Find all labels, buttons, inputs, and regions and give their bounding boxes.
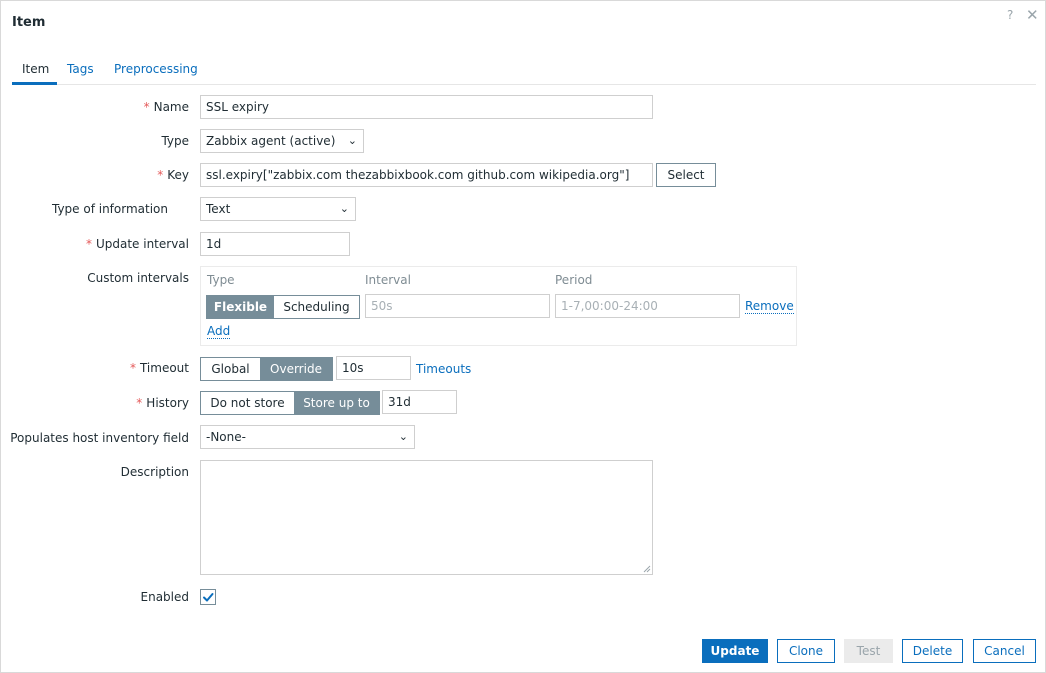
timeouts-link[interactable]: Timeouts bbox=[416, 362, 471, 376]
timeout-label: * Timeout bbox=[129, 361, 189, 375]
history-do-not-store[interactable]: Do not store bbox=[201, 392, 294, 414]
ci-type-toggle: Flexible Scheduling bbox=[206, 295, 360, 319]
tab-preprocessing[interactable]: Preprocessing bbox=[114, 62, 198, 76]
update-button[interactable]: Update bbox=[702, 639, 768, 663]
ci-type-flexible[interactable]: Flexible bbox=[207, 296, 274, 318]
timeout-input[interactable] bbox=[336, 356, 411, 380]
key-label: * Key bbox=[157, 168, 189, 182]
type-of-information-label: Type of information bbox=[51, 202, 168, 216]
tab-bar: Item Tags Preprocessing bbox=[12, 59, 1036, 85]
close-icon[interactable]: ✕ bbox=[1026, 7, 1039, 23]
history-store-up-to[interactable]: Store up to bbox=[294, 392, 379, 414]
type-of-information-value: Text bbox=[206, 202, 231, 216]
active-tab-indicator bbox=[12, 82, 57, 85]
ci-period-input[interactable] bbox=[555, 294, 740, 318]
chevron-down-icon: ⌄ bbox=[339, 202, 349, 215]
ci-header-type: Type bbox=[207, 273, 235, 287]
test-button[interactable]: Test bbox=[844, 639, 893, 663]
resize-handle-icon[interactable] bbox=[643, 565, 651, 573]
dialog-title: Item bbox=[12, 15, 46, 30]
ci-interval-input[interactable] bbox=[365, 294, 550, 318]
timeout-global[interactable]: Global bbox=[201, 358, 260, 380]
type-label: Type bbox=[161, 134, 189, 148]
history-input[interactable] bbox=[382, 390, 457, 414]
enabled-checkbox[interactable] bbox=[200, 589, 216, 605]
tab-item[interactable]: Item bbox=[22, 62, 49, 76]
inventory-select[interactable]: -None- ⌄ bbox=[200, 425, 415, 449]
timeout-override[interactable]: Override bbox=[260, 358, 332, 380]
custom-intervals-table: Type Interval Period Flexible Scheduling… bbox=[200, 266, 797, 346]
name-label: * Name bbox=[143, 100, 189, 114]
key-input[interactable] bbox=[200, 163, 653, 187]
inventory-label: Populates host inventory field bbox=[10, 431, 189, 445]
timeout-toggle: Global Override bbox=[200, 357, 333, 381]
chevron-down-icon: ⌄ bbox=[347, 134, 357, 147]
type-of-information-select[interactable]: Text ⌄ bbox=[200, 197, 356, 221]
type-select-value: Zabbix agent (active) bbox=[206, 134, 336, 148]
delete-button[interactable]: Delete bbox=[902, 639, 963, 663]
ci-add-link[interactable]: Add bbox=[207, 325, 231, 339]
chevron-down-icon: ⌄ bbox=[398, 430, 408, 443]
key-select-button[interactable]: Select bbox=[656, 163, 716, 187]
description-label: Description bbox=[120, 465, 189, 479]
ci-header-interval: Interval bbox=[365, 273, 411, 287]
enabled-label: Enabled bbox=[140, 590, 190, 604]
cancel-button[interactable]: Cancel bbox=[973, 639, 1036, 663]
history-toggle: Do not store Store up to bbox=[200, 391, 380, 415]
checkmark-icon bbox=[203, 593, 214, 602]
ci-header-period: Period bbox=[555, 273, 593, 287]
help-icon[interactable]: ? bbox=[1007, 7, 1013, 23]
ci-type-scheduling[interactable]: Scheduling bbox=[274, 296, 359, 318]
history-label: * History bbox=[136, 396, 189, 410]
description-textarea[interactable] bbox=[200, 460, 653, 575]
tab-tags[interactable]: Tags bbox=[67, 62, 94, 76]
clone-button[interactable]: Clone bbox=[777, 639, 835, 663]
update-interval-label: * Update interval bbox=[85, 237, 189, 251]
type-select[interactable]: Zabbix agent (active) ⌄ bbox=[200, 129, 364, 153]
custom-intervals-label: Custom intervals bbox=[87, 271, 189, 285]
name-input[interactable] bbox=[200, 95, 653, 119]
item-dialog: Item ? ✕ Item Tags Preprocessing *Name T… bbox=[0, 0, 1046, 673]
ci-remove-link[interactable]: Remove bbox=[745, 300, 794, 314]
update-interval-input[interactable] bbox=[200, 232, 350, 256]
inventory-select-value: -None- bbox=[206, 430, 246, 444]
